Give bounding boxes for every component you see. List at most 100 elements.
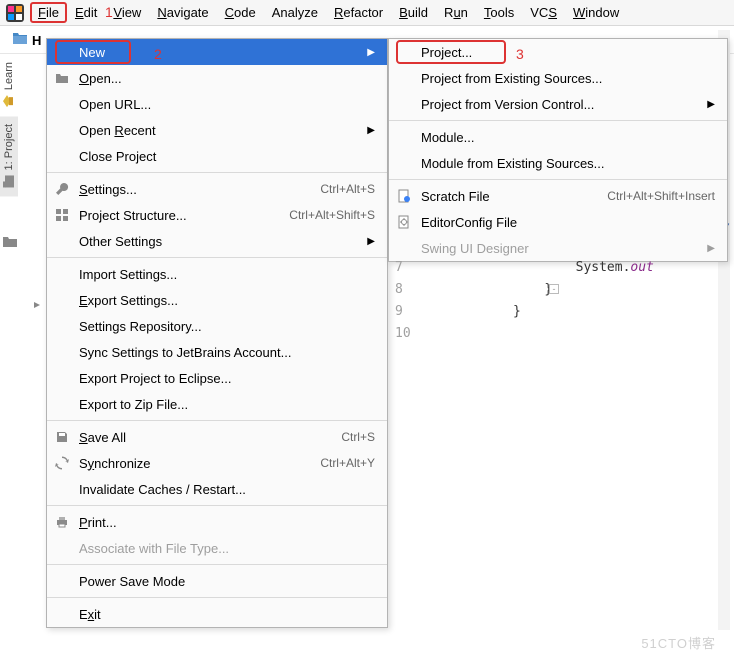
menu-edit[interactable]: Edit — [67, 2, 105, 23]
menu-window[interactable]: Window — [565, 2, 627, 23]
submenu-arrow-icon: ▶ — [367, 125, 375, 136]
side-tab-project[interactable]: 1: Project — [0, 116, 18, 196]
submenu-arrow-icon: ▶ — [367, 47, 375, 58]
line-number: 7 — [395, 260, 513, 275]
callout-1: 1 — [105, 4, 113, 20]
menu-tools[interactable]: Tools — [476, 2, 522, 23]
scratch-icon — [395, 189, 413, 203]
menu-code[interactable]: Code — [217, 2, 264, 23]
menu-item-shortcut: Ctrl+Alt+S — [320, 182, 375, 196]
project-folder-icon — [12, 31, 28, 45]
menu-item-label: New — [79, 45, 359, 60]
submenu-arrow-icon: ▶ — [367, 236, 375, 247]
new-menu-item[interactable]: Module... — [389, 124, 727, 150]
menu-item-label: Swing UI Designer — [421, 241, 699, 256]
file-menu-item[interactable]: SynchronizeCtrl+Alt+Y — [47, 450, 387, 476]
submenu-arrow-icon: ▶ — [707, 99, 715, 110]
side-tab-learn[interactable]: Learn — [0, 54, 18, 116]
file-menu-item[interactable]: Settings...Ctrl+Alt+S — [47, 176, 387, 202]
code-line: 8 } — [395, 278, 654, 300]
new-menu-item[interactable]: Project from Version Control... ▶ — [389, 91, 727, 117]
menu-item-label: Import Settings... — [79, 267, 375, 282]
menu-run[interactable]: Run — [436, 2, 476, 23]
menu-item-label: Synchronize — [79, 456, 320, 471]
menu-item-label: Export Settings... — [79, 293, 375, 308]
menu-item-label: Open... — [79, 71, 375, 86]
line-number: 9 — [395, 304, 513, 319]
file-menu-item[interactable]: Open... — [47, 65, 387, 91]
new-menu-item[interactable]: EditorConfig File — [389, 209, 727, 235]
code-line: 9 } — [395, 300, 654, 322]
menu-vcs[interactable]: VCS — [522, 2, 565, 23]
menu-item-shortcut: Ctrl+Alt+Shift+S — [289, 208, 375, 222]
sync-icon — [53, 456, 71, 470]
print-icon — [53, 515, 71, 529]
file-menu-item[interactable]: Power Save Mode — [47, 568, 387, 594]
code-line: 10 — [395, 322, 654, 344]
folder-gutter-icon — [2, 233, 18, 249]
editorconfig-icon — [395, 215, 413, 229]
file-menu-item[interactable]: Open URL... — [47, 91, 387, 117]
file-menu-item[interactable]: Close Project — [47, 143, 387, 169]
expand-chevron-icon[interactable] — [32, 300, 42, 310]
menu-item-label: EditorConfig File — [421, 215, 715, 230]
project-icon — [2, 175, 16, 189]
menu-analyze[interactable]: Analyze — [264, 2, 326, 23]
new-menu-item[interactable]: Project from Existing Sources... — [389, 65, 727, 91]
menu-item-shortcut: Ctrl+Alt+Y — [320, 456, 375, 470]
menu-item-label: Project from Existing Sources... — [421, 71, 715, 86]
menu-item-label: Sync Settings to JetBrains Account... — [79, 345, 375, 360]
menu-item-label: Module... — [421, 130, 715, 145]
callout-2: 2 — [154, 46, 162, 62]
menu-item-label: Exit — [79, 607, 375, 622]
menu-file[interactable]: File — [30, 2, 67, 23]
save-icon — [53, 430, 71, 444]
file-menu-item[interactable]: Sync Settings to JetBrains Account... — [47, 339, 387, 365]
menu-navigate[interactable]: Navigate — [149, 2, 216, 23]
editor-area[interactable]: 7 System.out 8 } 9 } 10 — [395, 256, 654, 344]
file-menu-item[interactable]: Open Recent▶ — [47, 117, 387, 143]
new-menu-item[interactable]: Project... — [389, 39, 727, 65]
menu-refactor[interactable]: Refactor — [326, 2, 391, 23]
file-menu-popup: New ▶ Open... Open URL... Open Recent▶Close … — [46, 38, 388, 628]
menu-item-label: Module from Existing Sources... — [421, 156, 715, 171]
menu-item-label: Invalidate Caches / Restart... — [79, 482, 375, 497]
callout-3: 3 — [516, 46, 524, 62]
new-menu-item[interactable]: Scratch FileCtrl+Alt+Shift+Insert — [389, 183, 727, 209]
fold-toggle-icon[interactable]: - — [549, 284, 559, 294]
menu-item-label: Open URL... — [79, 97, 375, 112]
new-submenu-popup: Project... Project from Existing Sources.… — [388, 38, 728, 262]
structure-icon — [53, 208, 71, 222]
file-menu-item[interactable]: Other Settings▶ — [47, 228, 387, 254]
file-menu-item[interactable]: Settings Repository... — [47, 313, 387, 339]
menu-build[interactable]: Build — [391, 2, 436, 23]
file-menu-item[interactable]: Invalidate Caches / Restart... — [47, 476, 387, 502]
menu-item-label: Save All — [79, 430, 341, 445]
menu-item-label: Project from Version Control... — [421, 97, 699, 112]
menu-item-label: Export Project to Eclipse... — [79, 371, 375, 386]
file-menu-item[interactable]: Exit — [47, 601, 387, 627]
file-menu-item[interactable]: Import Settings... — [47, 261, 387, 287]
file-menu-item[interactable]: Export Project to Eclipse... — [47, 365, 387, 391]
line-number: 10 — [395, 326, 513, 341]
file-menu-item[interactable]: Export to Zip File... — [47, 391, 387, 417]
menu-item-label: Scratch File — [421, 189, 607, 204]
learn-icon — [2, 94, 16, 108]
file-menu-item: Associate with File Type... — [47, 535, 387, 561]
file-menu-item[interactable]: Project Structure...Ctrl+Alt+Shift+S — [47, 202, 387, 228]
side-tool-tabs: Learn 1: Project — [0, 54, 22, 197]
menu-item-shortcut: Ctrl+S — [341, 430, 375, 444]
code-line: 7 System.out — [395, 256, 654, 278]
menu-item-label: Associate with File Type... — [79, 541, 375, 556]
file-menu-item[interactable]: Print... — [47, 509, 387, 535]
app-icon — [6, 4, 24, 22]
file-menu-item[interactable]: New ▶ — [47, 39, 387, 65]
code-text: } — [513, 282, 552, 297]
watermark: 51CTO博客 — [641, 633, 716, 652]
menu-item-label: Export to Zip File... — [79, 397, 375, 412]
code-text: } — [513, 304, 521, 319]
breadcrumb-letter: H — [32, 33, 41, 48]
file-menu-item[interactable]: Save AllCtrl+S — [47, 424, 387, 450]
file-menu-item[interactable]: Export Settings... — [47, 287, 387, 313]
new-menu-item[interactable]: Module from Existing Sources... — [389, 150, 727, 176]
